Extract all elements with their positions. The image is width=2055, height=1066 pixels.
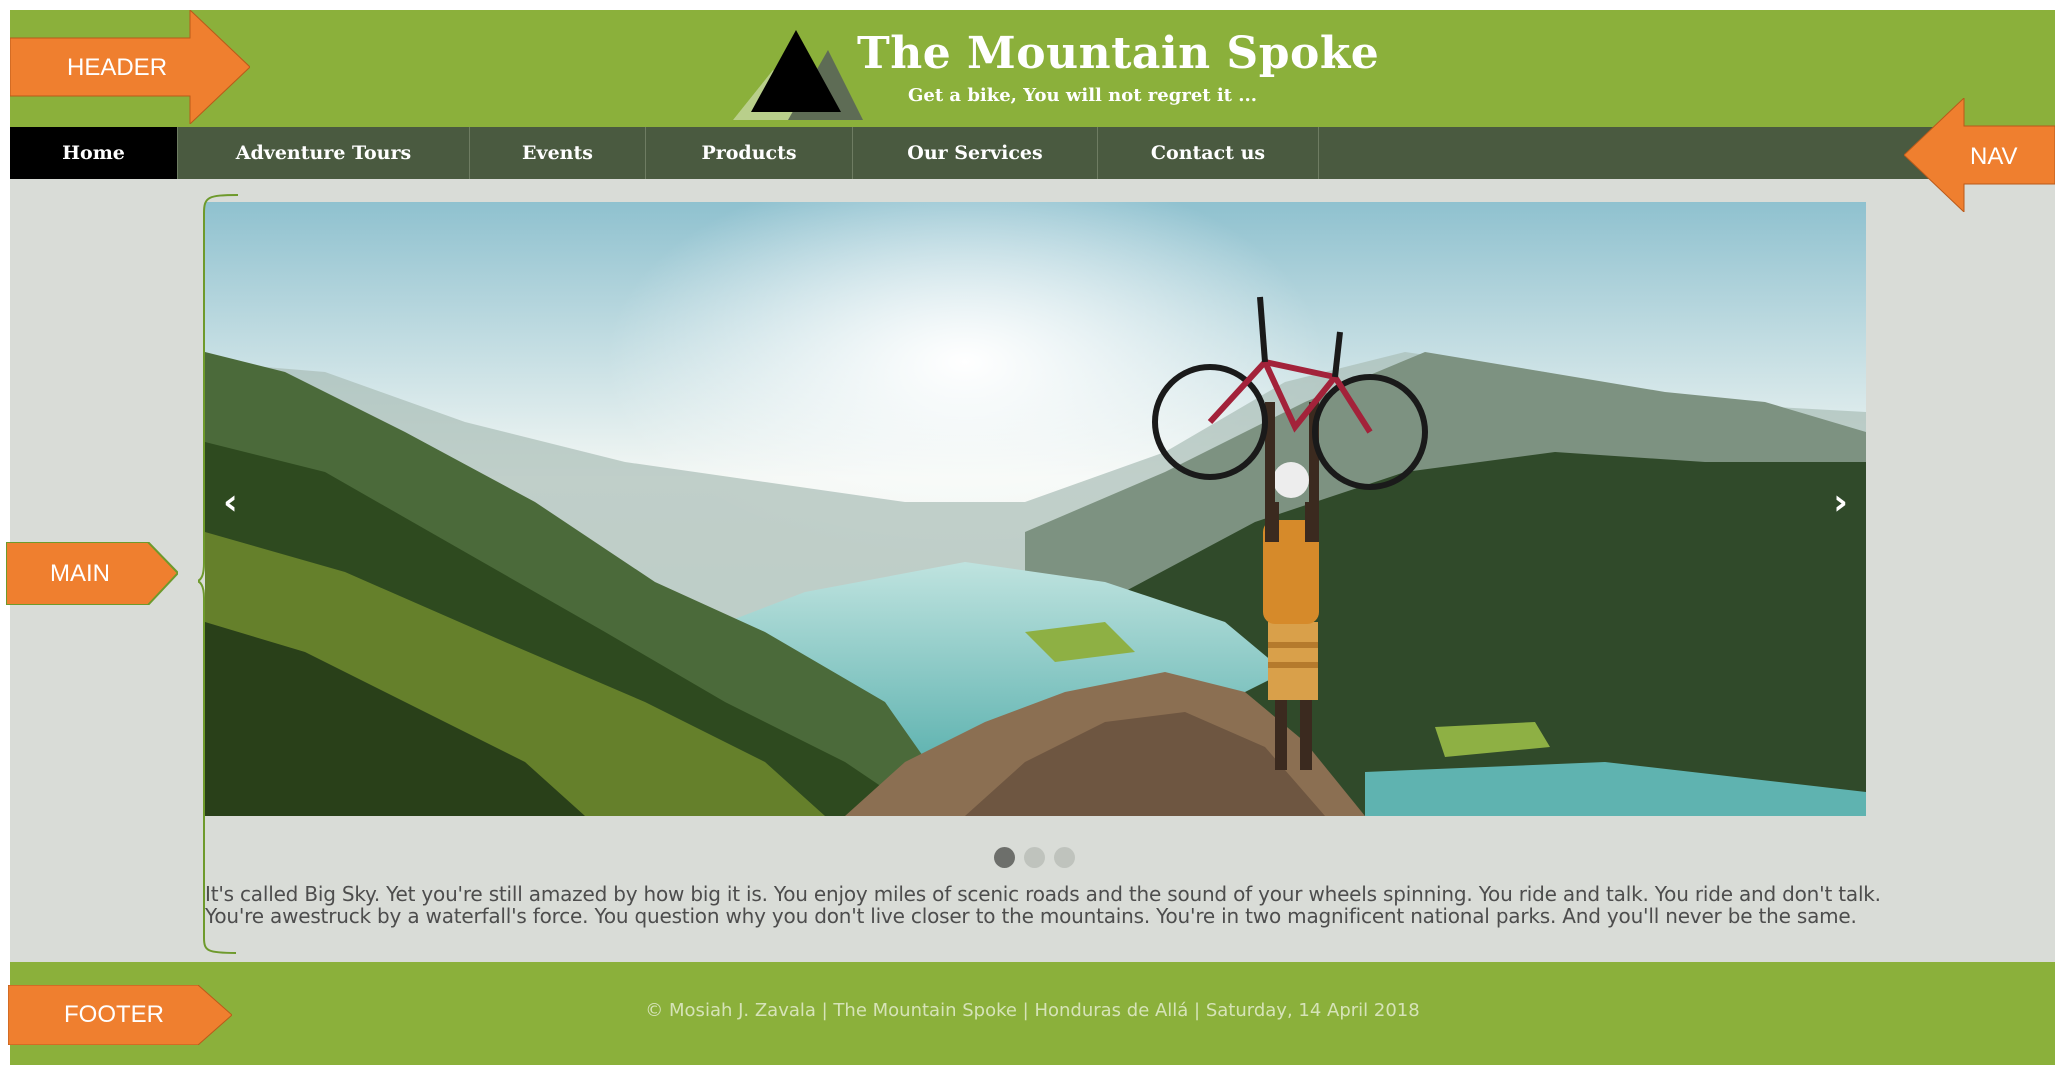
nav-item-our-services[interactable]: Our Services xyxy=(853,127,1098,179)
nav-item-home[interactable]: Home xyxy=(10,127,178,179)
image-slider[interactable]: ‹ › xyxy=(205,202,1866,816)
footer-annotation-label: FOOTER xyxy=(64,1001,164,1028)
slider-dot-3[interactable] xyxy=(1054,847,1075,868)
nav-annotation-label: NAV xyxy=(1970,143,2018,170)
site-header: The Mountain Spoke Get a bike, You will … xyxy=(10,10,2055,127)
mountain-logo-icon xyxy=(733,30,863,120)
main-paragraph: It's called Big Sky. Yet you're still am… xyxy=(205,882,1881,928)
slider-dot-1[interactable] xyxy=(994,847,1015,868)
site-title: The Mountain Spoke xyxy=(857,28,1380,79)
footer-text: © Mosiah J. Zavala | The Mountain Spoke … xyxy=(645,1000,1420,1021)
nav-item-events[interactable]: Events xyxy=(470,127,646,179)
slider-dot-2[interactable] xyxy=(1024,847,1045,868)
nav-item-products[interactable]: Products xyxy=(646,127,853,179)
mountain-biker-hero-image xyxy=(205,202,1866,816)
main-bracket-line xyxy=(198,194,238,954)
nav-item-contact-us[interactable]: Contact us xyxy=(1098,127,1319,179)
slider-dots xyxy=(994,847,1075,868)
header-annotation-label: HEADER xyxy=(67,54,168,81)
page: The Mountain Spoke Get a bike, You will … xyxy=(10,10,2055,1065)
site-tagline: Get a bike, You will not regret it ... xyxy=(908,85,1258,106)
main-annotation-label: MAIN xyxy=(50,560,110,587)
slider-next-icon[interactable]: › xyxy=(1833,482,1848,523)
nav-item-adventure-tours[interactable]: Adventure Tours xyxy=(178,127,470,179)
site-footer: © Mosiah J. Zavala | The Mountain Spoke … xyxy=(10,962,2055,1065)
main-nav: Home Adventure Tours Events Products Our… xyxy=(10,127,2055,179)
